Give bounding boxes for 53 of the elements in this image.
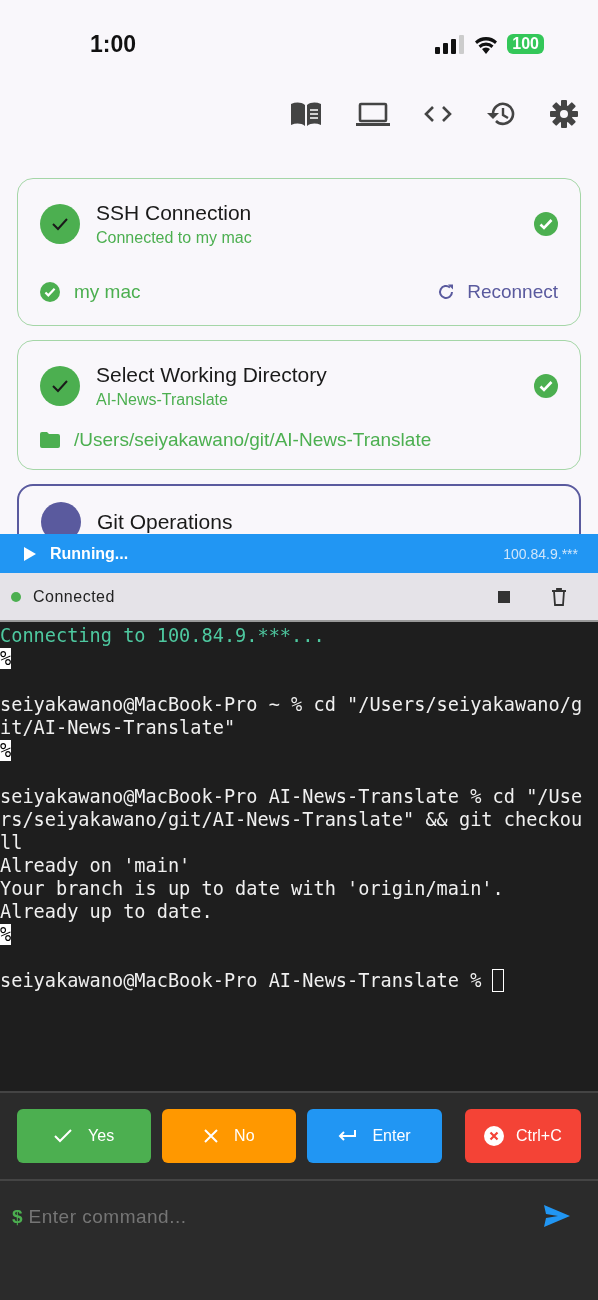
play-icon — [24, 546, 36, 561]
terminal-line: seiyakawano@MacBook-Pro AI-News-Translate % cd "/Use — [0, 785, 583, 808]
status-time: 1:00 — [90, 30, 137, 58]
check-circle-icon — [534, 212, 558, 236]
step-title: Git Operations — [97, 510, 234, 534]
close-icon — [204, 1129, 219, 1143]
prompt-marker: % — [0, 648, 12, 669]
signal-icon — [435, 34, 466, 54]
reconnect-button[interactable]: Reconnect — [437, 277, 558, 307]
battery-level: 100 — [507, 34, 544, 54]
return-icon — [338, 1130, 357, 1142]
step-title: SSH Connection — [96, 201, 253, 225]
prompt-symbol: $ — [12, 1205, 23, 1229]
connection-status: Connected — [33, 587, 115, 606]
footer-label: /Users/seiyakawano/git/AI-News-Translate — [74, 429, 433, 451]
check-circle-icon — [40, 282, 60, 302]
yes-button[interactable]: Yes — [17, 1109, 152, 1163]
history-icon[interactable] — [486, 101, 516, 127]
host-address: 100.84.9.*** — [503, 545, 578, 562]
folder-icon — [40, 432, 60, 448]
terminal-line: Already up to date. — [0, 900, 213, 923]
terminal-line: Your branch is up to date with 'origin/main'. — [0, 877, 504, 900]
terminal-line: seiyakawano@MacBook-Pro ~ % cd "/Users/seiyakawano/g — [0, 693, 583, 716]
trash-icon[interactable] — [552, 587, 566, 606]
terminal-line: it/AI-News-Translate" — [0, 716, 236, 739]
send-icon[interactable] — [544, 1205, 570, 1227]
terminal-line: Already on 'main' — [0, 854, 191, 877]
settings-icon[interactable] — [550, 100, 578, 128]
command-input[interactable]: Enter command... — [28, 1205, 538, 1229]
step-title: Select Working Directory — [96, 363, 328, 387]
stop-icon[interactable] — [498, 590, 510, 603]
enter-button[interactable]: Enter — [307, 1109, 442, 1163]
terminal-line: ll — [0, 831, 23, 854]
run-status: Running... — [50, 544, 130, 563]
code-icon[interactable] — [424, 105, 452, 123]
prompt-marker: % — [0, 740, 12, 761]
terminal-line: seiyakawano@MacBook-Pro AI-News-Translate % — [0, 969, 482, 992]
cancel-button[interactable]: Ctrl+C — [464, 1109, 581, 1163]
step-subtitle: Connected to my mac — [96, 229, 253, 247]
step-subtitle: AI-News-Translate — [96, 391, 229, 409]
cancel-icon — [483, 1126, 504, 1146]
no-button[interactable]: No — [162, 1109, 297, 1163]
wifi-icon — [473, 34, 500, 54]
footer-label: my mac — [74, 281, 142, 303]
terminal-line: rs/seiyakawano/git/AI-News-Translate" && git checkou — [0, 808, 583, 831]
refresh-icon — [437, 283, 456, 301]
terminal-cursor — [492, 969, 505, 992]
prompt-marker: % — [0, 924, 12, 945]
check-circle-icon — [534, 374, 558, 398]
check-icon — [54, 1129, 73, 1143]
book-icon[interactable] — [290, 101, 322, 127]
laptop-icon[interactable] — [356, 102, 390, 126]
terminal-line: Connecting to 100.84.9.***... — [0, 624, 325, 647]
